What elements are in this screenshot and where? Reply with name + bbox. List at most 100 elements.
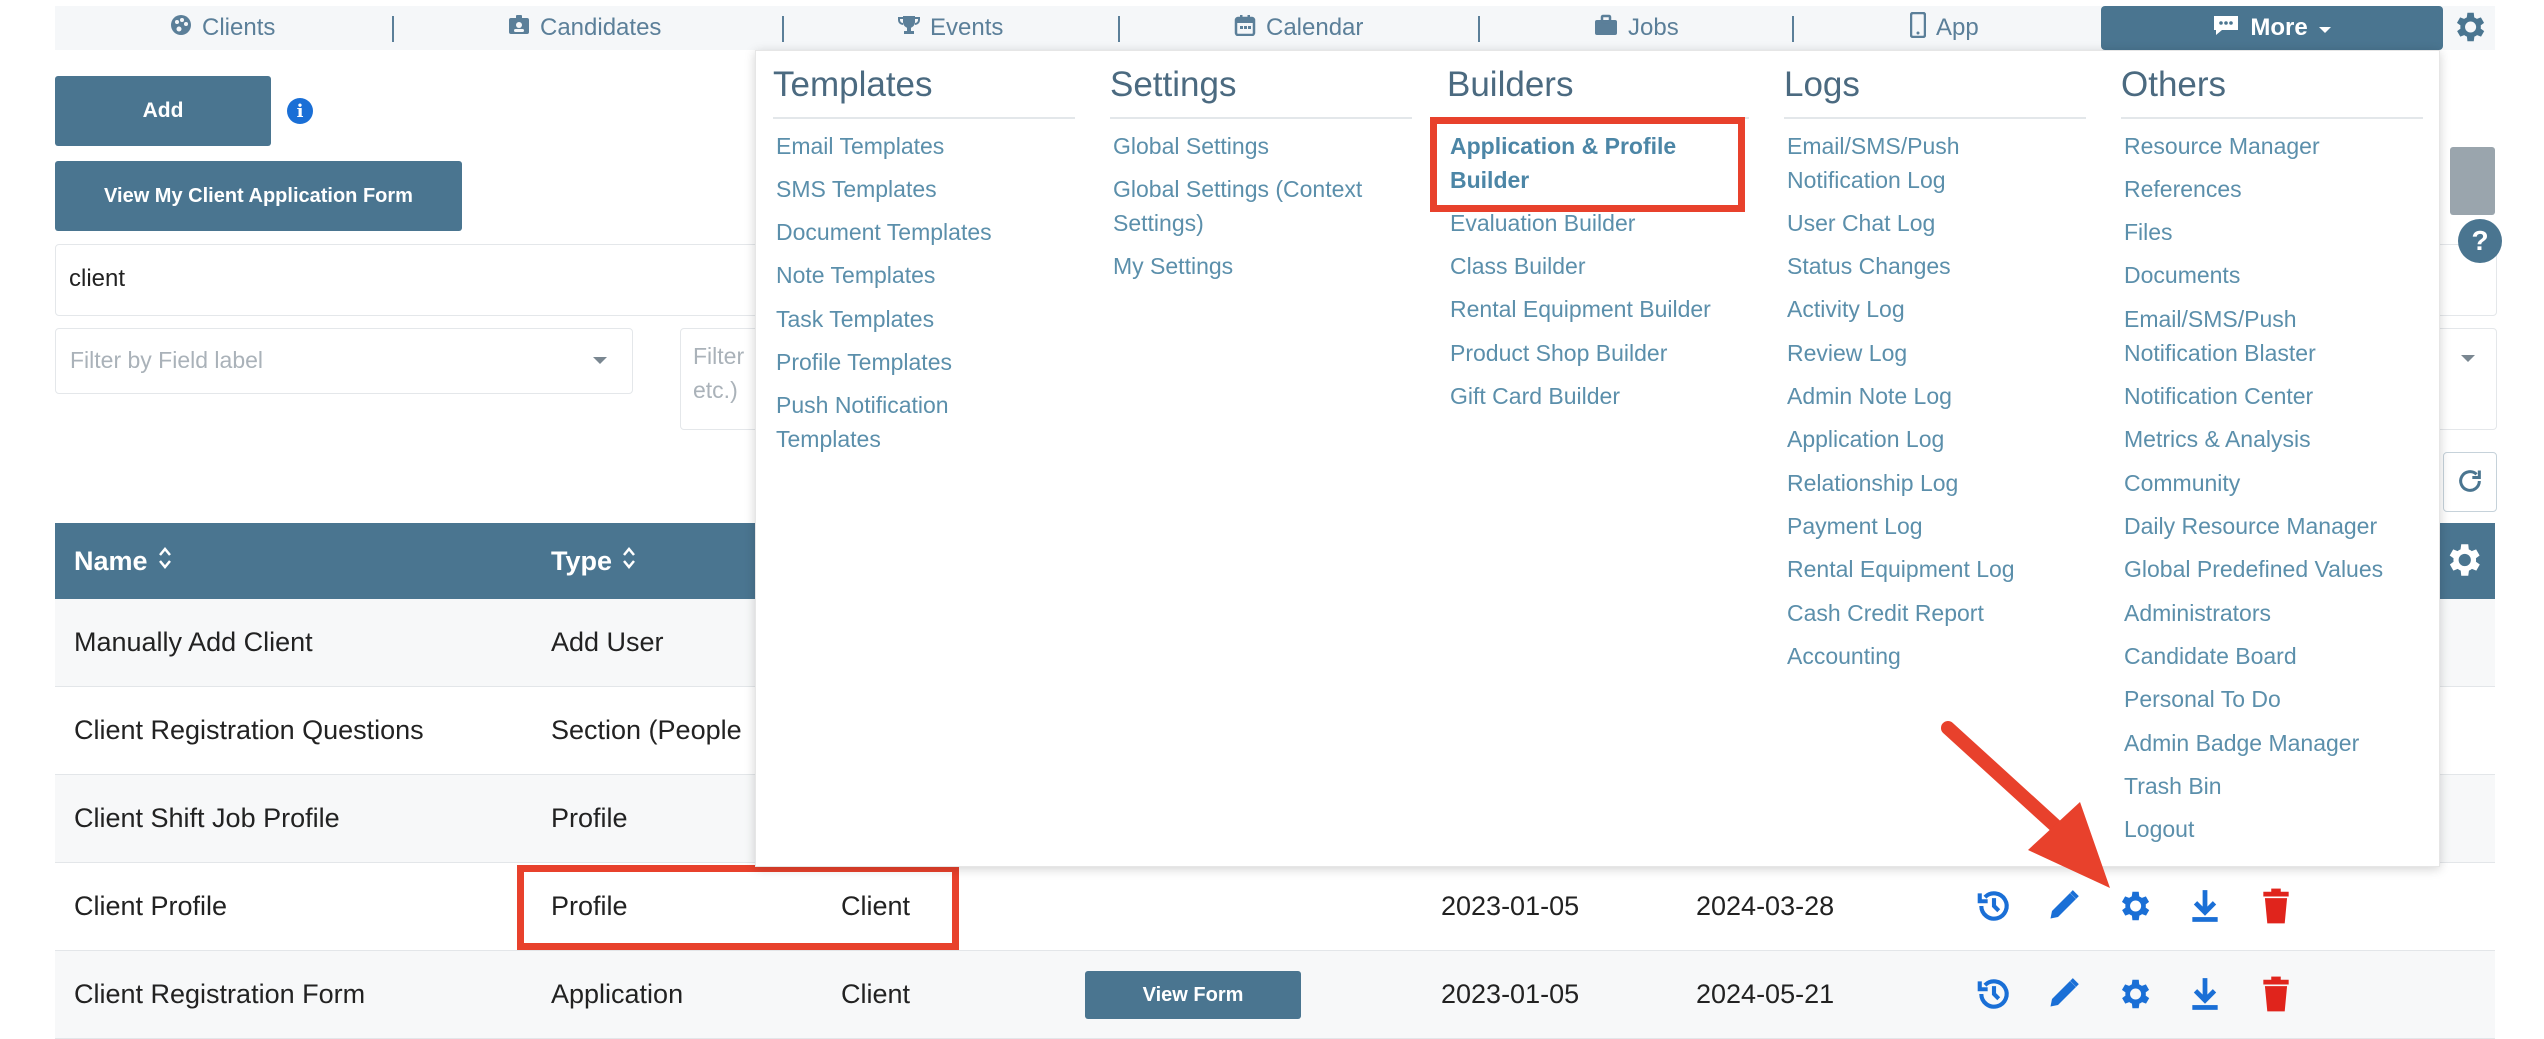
- cell-updated: 2024-03-28: [1696, 891, 1835, 921]
- menu-item[interactable]: Accounting: [1787, 639, 2087, 673]
- side-action-button[interactable]: [2450, 147, 2495, 215]
- menu-item[interactable]: Community: [2124, 466, 2424, 500]
- menu-item[interactable]: Email Templates: [776, 129, 1076, 163]
- edit-pencil-icon[interactable]: [2046, 975, 2082, 1016]
- nav-calendar[interactable]: Calendar: [1234, 6, 1363, 50]
- menu-item[interactable]: Rental Equipment Log: [1787, 552, 2087, 586]
- menu-item[interactable]: Activity Log: [1787, 292, 2087, 326]
- download-icon[interactable]: [2188, 887, 2222, 930]
- add-button[interactable]: Add: [55, 76, 271, 146]
- menu-item[interactable]: Email/SMS/Push Notification Blaster: [2124, 302, 2364, 370]
- svg-text:?: ?: [2471, 225, 2488, 256]
- gear-icon[interactable]: [2115, 975, 2153, 1018]
- column-header-type[interactable]: Type: [551, 523, 636, 599]
- menu-item[interactable]: Files: [2124, 215, 2424, 249]
- chevron-down-icon: [2460, 351, 2476, 369]
- menu-item[interactable]: Global Settings (Context Settings): [1113, 172, 1413, 240]
- info-icon[interactable]: i: [287, 98, 313, 124]
- view-application-form-button[interactable]: View My Client Application Form: [55, 161, 462, 231]
- cell-name: Client Registration Questions: [74, 715, 424, 745]
- menu-item[interactable]: Product Shop Builder: [1450, 336, 1750, 370]
- menu-item[interactable]: Relationship Log: [1787, 466, 2087, 500]
- nav-clients[interactable]: Clients: [170, 6, 275, 50]
- filter-placeholder: Filter by Field label: [70, 347, 264, 373]
- header-label: Name: [74, 545, 148, 576]
- menu-item[interactable]: Metrics & Analysis: [2124, 422, 2424, 456]
- menu-item[interactable]: References: [2124, 172, 2424, 206]
- menu-item[interactable]: Global Predefined Values: [2124, 552, 2434, 586]
- divider: [1110, 117, 1412, 119]
- sort-icon: [158, 544, 172, 579]
- menu-item[interactable]: Payment Log: [1787, 509, 2087, 543]
- menu-item[interactable]: Admin Note Log: [1787, 379, 2087, 413]
- more-menu-button[interactable]: More: [2101, 6, 2443, 50]
- view-form-button[interactable]: View Form: [1085, 971, 1301, 1019]
- menu-item[interactable]: Class Builder: [1450, 249, 1750, 283]
- menu-item[interactable]: Application Log: [1787, 422, 2087, 456]
- nav-jobs[interactable]: Jobs: [1594, 6, 1679, 50]
- menu-item[interactable]: Personal To Do: [2124, 682, 2424, 716]
- menu-item[interactable]: Review Log: [1787, 336, 2087, 370]
- trash-icon[interactable]: [2260, 887, 2292, 930]
- download-icon[interactable]: [2188, 975, 2222, 1018]
- nav-events[interactable]: Events: [898, 6, 1003, 50]
- palette-icon: [170, 14, 192, 43]
- mobile-icon: [1909, 11, 1927, 45]
- cell-name: Manually Add Client: [74, 627, 313, 657]
- menu-item[interactable]: Documents: [2124, 258, 2424, 292]
- nav-candidates[interactable]: Candidates: [508, 6, 661, 50]
- menu-item[interactable]: Admin Badge Manager: [2124, 726, 2424, 760]
- menu-item[interactable]: Note Templates: [776, 258, 1076, 292]
- refresh-button[interactable]: [2443, 452, 2497, 512]
- menu-item[interactable]: Push Notification Templates: [776, 388, 1006, 456]
- nav-label: Calendar: [1266, 14, 1364, 41]
- cell-type: Section (People: [551, 715, 742, 745]
- menu-item[interactable]: Cash Credit Report: [1787, 596, 2087, 630]
- trash-icon[interactable]: [2260, 975, 2292, 1018]
- search-value: client: [69, 265, 126, 292]
- menu-heading: Logs: [1784, 65, 1860, 104]
- menu-item[interactable]: Candidate Board: [2124, 639, 2424, 673]
- menu-item[interactable]: Logout: [2124, 812, 2424, 846]
- cell-type: Profile: [551, 803, 628, 833]
- menu-item[interactable]: Daily Resource Manager: [2124, 509, 2434, 543]
- more-label: More: [2250, 14, 2308, 41]
- cell-created: 2023-01-05: [1441, 891, 1580, 921]
- help-icon[interactable]: ?: [2457, 218, 2503, 269]
- menu-heading: Settings: [1110, 65, 1237, 104]
- menu-item[interactable]: SMS Templates: [776, 172, 1076, 206]
- settings-gear-icon[interactable]: [2450, 8, 2488, 51]
- id-badge-icon: [508, 14, 530, 43]
- menu-item[interactable]: User Chat Log: [1787, 206, 2087, 240]
- menu-item[interactable]: Profile Templates: [776, 345, 1076, 379]
- menu-item[interactable]: Task Templates: [776, 302, 1076, 336]
- table-settings-gear-icon[interactable]: [2442, 539, 2484, 586]
- menu-item[interactable]: Resource Manager: [2124, 129, 2424, 163]
- menu-item[interactable]: Notification Center: [2124, 379, 2424, 413]
- nav-divider: [1118, 16, 1120, 42]
- menu-item[interactable]: Status Changes: [1787, 249, 2087, 283]
- menu-item[interactable]: Trash Bin: [2124, 769, 2424, 803]
- chat-icon: [2212, 14, 2240, 43]
- cell-target: Client: [841, 979, 911, 1009]
- menu-item[interactable]: Email/SMS/Push Notification Log: [1787, 129, 2017, 197]
- menu-item[interactable]: Gift Card Builder: [1450, 379, 1750, 413]
- menu-item[interactable]: Global Settings: [1113, 129, 1413, 163]
- nav-app[interactable]: App: [1909, 6, 1979, 50]
- field-label-filter-select[interactable]: Filter by Field label: [55, 328, 633, 394]
- menu-item[interactable]: Administrators: [2124, 596, 2424, 630]
- nav-divider: [1478, 16, 1480, 42]
- cell-created: 2023-01-05: [1441, 979, 1580, 1009]
- divider: [1784, 117, 2086, 119]
- history-icon[interactable]: [1975, 975, 2013, 1018]
- menu-item[interactable]: My Settings: [1113, 249, 1413, 283]
- menu-item[interactable]: Rental Equipment Builder: [1450, 292, 1770, 326]
- menu-heading: Others: [2121, 65, 2227, 104]
- nav-divider: [392, 16, 394, 42]
- cell-updated: 2024-05-21: [1696, 979, 1835, 1009]
- highlight-box: [1430, 117, 1745, 212]
- more-dropdown-menu: Templates Email Templates SMS Templates …: [755, 50, 2440, 867]
- menu-item[interactable]: Document Templates: [776, 215, 1076, 249]
- table-row[interactable]: Client Registration Form Application Cli…: [55, 951, 2495, 1039]
- column-header-name[interactable]: Name: [74, 523, 172, 599]
